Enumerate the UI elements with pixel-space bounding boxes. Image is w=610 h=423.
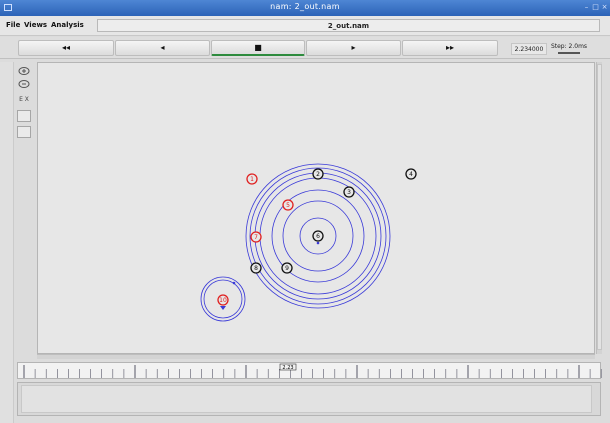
network-node[interactable]: 10 bbox=[217, 294, 229, 306]
packet-dot bbox=[232, 281, 236, 285]
menu-analysis[interactable]: Analysis bbox=[51, 21, 84, 29]
menu-views[interactable]: Views bbox=[24, 21, 47, 29]
packet-arrow bbox=[220, 306, 226, 310]
minimize-icon[interactable]: – bbox=[583, 4, 590, 11]
node-label: 8 bbox=[254, 265, 258, 272]
step-back-button[interactable]: ◂ bbox=[115, 40, 210, 56]
node-label: 7 bbox=[254, 234, 258, 241]
label-ex: E X bbox=[19, 96, 29, 103]
network-node[interactable]: 7 bbox=[250, 231, 262, 243]
timeline-ticks: 2.23 bbox=[23, 363, 602, 378]
horizontal-scrollbar[interactable] bbox=[37, 354, 595, 359]
timeline-slider[interactable]: 2.23 bbox=[17, 362, 602, 379]
nam-window: nam: 2_out.nam – □ × File Views Analysis… bbox=[0, 0, 610, 423]
title-bar: nam: 2_out.nam – □ × bbox=[0, 0, 610, 16]
network-drawing: 1 2 3 4 5 6 7 8 9 10 bbox=[200, 163, 417, 322]
maximize-icon[interactable]: □ bbox=[592, 4, 599, 11]
node-label: 10 bbox=[219, 297, 227, 304]
network-node[interactable]: 5 bbox=[282, 199, 294, 211]
playback-controls: ◂◂ ◂ ■ ▸ ▸▸ 2.234000 Step: 2.0ms bbox=[0, 37, 610, 59]
node-label: 1 bbox=[250, 176, 254, 183]
network-node[interactable]: 2 bbox=[312, 168, 324, 180]
filename-label: 2_out.nam bbox=[327, 22, 370, 30]
zoom-toolbar: E X bbox=[17, 64, 33, 144]
network-node[interactable]: 3 bbox=[343, 186, 355, 198]
zoom-out-icon[interactable] bbox=[17, 79, 31, 91]
network-node[interactable]: 6 bbox=[312, 230, 324, 242]
annotation-panel bbox=[17, 382, 601, 416]
step-slider[interactable] bbox=[558, 52, 580, 54]
time-display: 2.234000 bbox=[511, 43, 547, 55]
node-label: 2 bbox=[316, 171, 320, 178]
node-label: 4 bbox=[409, 171, 413, 178]
timeline-marker[interactable]: 2.23 bbox=[279, 363, 297, 371]
window-title: nam: 2_out.nam bbox=[270, 2, 340, 11]
packet-dot bbox=[316, 241, 320, 245]
node-label: 5 bbox=[286, 202, 290, 209]
play-button[interactable]: ▸ bbox=[306, 40, 401, 56]
zoom-in-icon[interactable] bbox=[17, 66, 31, 78]
timeline-marker-label: 2.23 bbox=[282, 365, 293, 371]
network-node[interactable]: 1 bbox=[246, 173, 258, 185]
node-label: 6 bbox=[316, 233, 320, 240]
menu-bar: File Views Analysis 2_out.nam bbox=[0, 16, 610, 36]
step-control[interactable]: Step: 2.0ms bbox=[549, 41, 589, 57]
menu-file[interactable]: File bbox=[6, 21, 20, 29]
rewind-button[interactable]: ◂◂ bbox=[18, 40, 114, 56]
stop-button[interactable]: ■ bbox=[211, 40, 305, 56]
annotation-area[interactable] bbox=[21, 385, 592, 413]
left-gutter bbox=[0, 62, 14, 423]
vertical-scroll-thumb[interactable] bbox=[597, 64, 602, 350]
toggle-button-b[interactable] bbox=[17, 126, 31, 138]
network-canvas[interactable]: 1 2 3 4 5 6 7 8 9 10 bbox=[37, 62, 595, 354]
node-label: 3 bbox=[347, 189, 351, 196]
network-node[interactable]: 9 bbox=[281, 262, 293, 274]
network-node[interactable]: 4 bbox=[405, 168, 417, 180]
network-node[interactable]: 8 bbox=[250, 262, 262, 274]
fast-forward-button[interactable]: ▸▸ bbox=[402, 40, 498, 56]
close-icon[interactable]: × bbox=[601, 4, 608, 11]
filename-display: 2_out.nam bbox=[97, 19, 600, 32]
toggle-button-a[interactable] bbox=[17, 110, 31, 122]
step-label: Step: 2.0ms bbox=[550, 43, 588, 50]
vertical-scrollbar[interactable] bbox=[596, 62, 602, 354]
node-label: 9 bbox=[285, 265, 289, 272]
